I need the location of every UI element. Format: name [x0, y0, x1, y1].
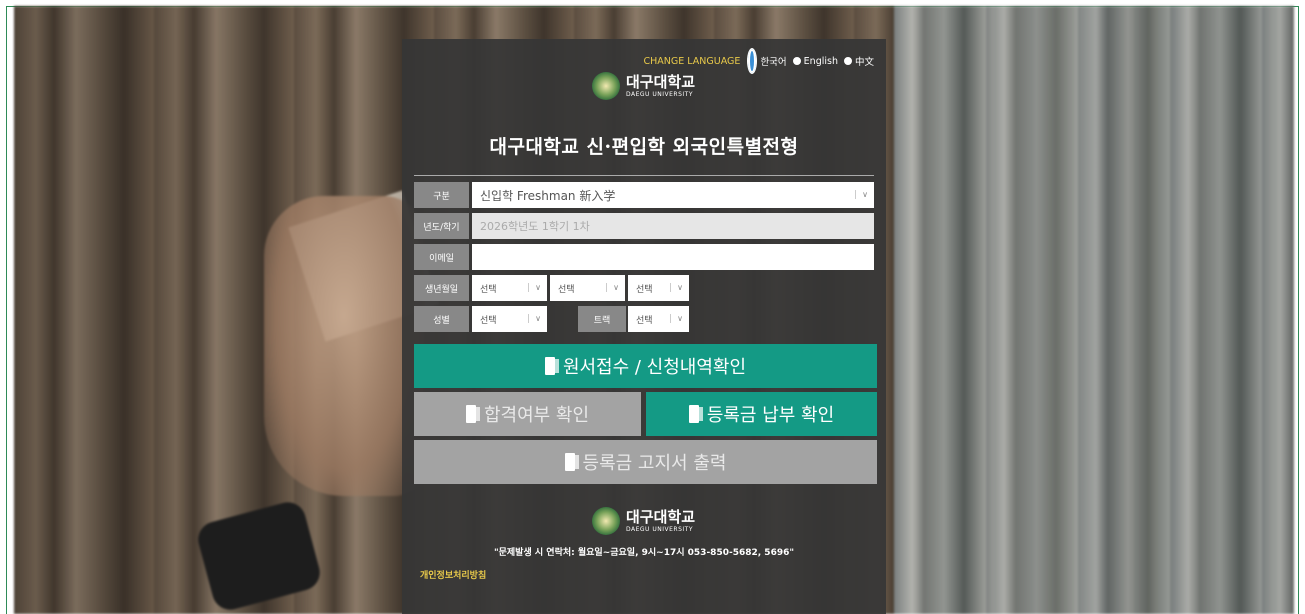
watch-photo: [194, 498, 324, 614]
birth-year-value: 선택: [480, 284, 497, 295]
birth-month-select[interactable]: 선택 ∨: [550, 275, 625, 301]
birth-year-select[interactable]: 선택 ∨: [472, 275, 547, 301]
bookshelf-photo: [894, 6, 1294, 614]
category-select[interactable]: 신입학 Freshman 新入学 ∨: [472, 182, 874, 208]
track-value: 선택: [636, 315, 653, 326]
door-icon: [465, 405, 480, 423]
chevron-down-icon: ∨: [855, 190, 868, 199]
page-title: 대구대학교 신·편입학 외국인특별전형: [489, 136, 799, 158]
birthdate-label: 생년월일: [414, 275, 469, 301]
result-check-button[interactable]: 합격여부 확인: [414, 392, 641, 436]
radio-chinese[interactable]: [843, 57, 852, 65]
title-divider: [414, 175, 874, 176]
logo-english-name: DAEGU UNIVERSITY: [626, 90, 693, 98]
apply-button[interactable]: 원서접수 / 신청내역확인: [414, 344, 877, 388]
logo-english-name: DAEGU UNIVERSITY: [626, 525, 693, 533]
radio-english[interactable]: [792, 57, 801, 65]
contact-info: "문제발생 시 연락처: 월요일~금요일, 9시~17시 053-850-568…: [493, 548, 795, 558]
birthdate-row: 생년월일 선택 ∨ 선택 ∨ 선택 ∨: [414, 275, 689, 301]
chevron-down-icon: ∨: [670, 314, 683, 323]
birth-day-value: 선택: [636, 284, 653, 295]
change-language-label: CHANGE LANGUAGE: [643, 55, 741, 67]
chevron-down-icon: ∨: [670, 283, 683, 292]
university-emblem-icon: [592, 72, 620, 100]
door-icon: [564, 453, 579, 471]
university-logo-top: 대구대학교 DAEGU UNIVERSITY: [592, 72, 695, 100]
door-icon: [688, 405, 703, 423]
email-label: 이메일: [414, 244, 469, 270]
privacy-policy-link[interactable]: 개인정보처리방침: [420, 568, 486, 581]
tuition-payment-button[interactable]: 등록금 납부 확인: [646, 392, 877, 436]
gender-label: 성별: [414, 306, 469, 332]
tuition-payment-label: 등록금 납부 확인: [706, 405, 835, 426]
chevron-down-icon: ∨: [528, 314, 541, 323]
category-label: 구분: [414, 182, 469, 208]
track-select[interactable]: 선택 ∨: [628, 306, 689, 332]
application-panel: CHANGE LANGUAGE 한국어 English 中文 대구대학교 DAE…: [402, 39, 886, 614]
language-english-label[interactable]: English: [804, 56, 838, 67]
result-check-label: 합격여부 확인: [483, 405, 590, 426]
tuition-bill-label: 등록금 고지서 출력: [582, 453, 727, 474]
language-chinese-label[interactable]: 中文: [855, 54, 874, 68]
chevron-down-icon: ∨: [606, 283, 619, 292]
term-row: 년도/학기 2026학년도 1학기 1차: [414, 213, 874, 239]
hand-photo: [264, 196, 424, 496]
apply-button-label: 원서접수 / 신청내역확인: [562, 357, 747, 378]
category-value: 신입학 Freshman 新入学: [480, 188, 616, 203]
category-row: 구분 신입학 Freshman 新入学 ∨: [414, 182, 874, 208]
track-label: 트랙: [578, 306, 626, 332]
tuition-bill-button[interactable]: 등록금 고지서 출력: [414, 440, 877, 484]
email-row: 이메일: [414, 244, 874, 270]
logo-korean-name: 대구대학교: [626, 72, 696, 91]
gender-select[interactable]: 선택 ∨: [472, 306, 547, 332]
language-korean-label[interactable]: 한국어: [760, 54, 786, 68]
term-field: 2026학년도 1학기 1차: [472, 213, 874, 239]
email-field[interactable]: [472, 244, 874, 270]
birth-day-select[interactable]: 선택 ∨: [628, 275, 689, 301]
university-logo-bottom: 대구대학교 DAEGU UNIVERSITY: [592, 507, 695, 535]
gender-value: 선택: [480, 315, 497, 326]
door-icon: [544, 357, 559, 375]
gender-track-row: 성별 선택 ∨ 트랙 선택 ∨: [414, 306, 689, 332]
chevron-down-icon: ∨: [528, 283, 541, 292]
radio-korean[interactable]: [747, 48, 758, 74]
birth-month-value: 선택: [558, 284, 575, 295]
logo-korean-name: 대구대학교: [626, 507, 696, 526]
university-emblem-icon: [592, 507, 620, 535]
language-switcher: CHANGE LANGUAGE 한국어 English 中文: [644, 48, 874, 74]
term-label: 년도/학기: [414, 213, 469, 239]
